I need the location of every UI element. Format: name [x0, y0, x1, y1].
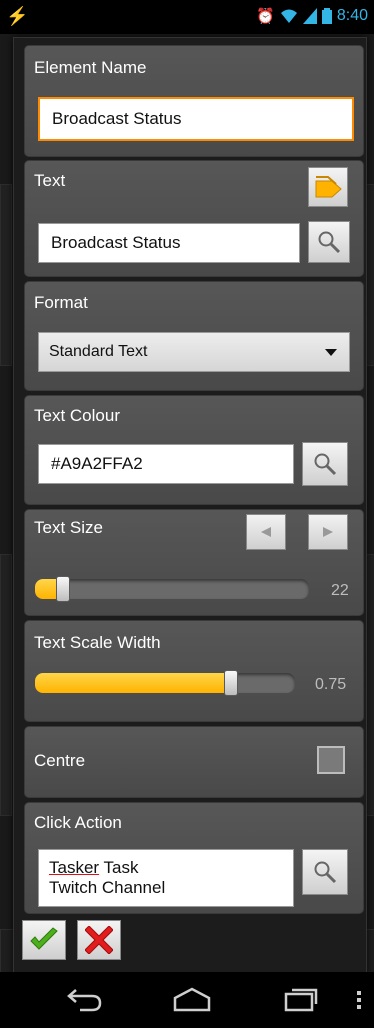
element-name-input[interactable]: Broadcast Status [38, 97, 354, 141]
click-action-panel: Click Action Tasker Task Twitch Channel [24, 802, 364, 914]
click-action-line-2: Twitch Channel [49, 878, 166, 897]
text-scale-width-panel: Text Scale Width 0.75 [24, 620, 364, 722]
variable-tag-button[interactable] [308, 167, 348, 207]
text-search-button[interactable] [308, 221, 350, 263]
format-label: Format [34, 293, 88, 312]
element-name-label: Element Name [34, 58, 147, 77]
accept-button[interactable] [22, 920, 66, 960]
click-action-line-1-rest: Task [99, 858, 139, 877]
text-size-slider[interactable] [35, 576, 309, 602]
centre-panel: Centre [24, 726, 364, 798]
text-scale-width-value: 0.75 [315, 676, 347, 693]
dropdown-arrow-icon [325, 349, 337, 356]
signal-icon [302, 8, 317, 24]
text-scale-width-label: Text Scale Width [34, 633, 161, 652]
size-decrease-button[interactable] [246, 514, 286, 550]
search-icon [314, 861, 337, 884]
back-icon [67, 989, 102, 1012]
search-icon [318, 231, 341, 254]
navigation-bar [0, 972, 374, 1028]
battery-icon [321, 8, 332, 24]
flash-icon: ⚡ [6, 6, 29, 26]
text-scale-width-slider[interactable] [35, 670, 295, 696]
alarm-icon: ⏰ [256, 8, 275, 25]
status-icons: ⏰ 8:40 [256, 7, 368, 25]
wifi-icon [280, 9, 297, 23]
click-action-search-button[interactable] [302, 849, 348, 895]
recent-apps-icon [284, 988, 318, 1012]
element-name-panel: Element Name Broadcast Status [24, 45, 364, 157]
text-colour-label: Text Colour [34, 406, 120, 425]
overflow-menu-icon [357, 991, 361, 1009]
status-bar: ⚡ ⏰ 8:40 [0, 0, 374, 34]
click-action-input[interactable]: Tasker Task Twitch Channel [38, 849, 294, 907]
search-icon [314, 453, 337, 476]
arrow-right-icon [323, 527, 333, 537]
text-colour-panel: Text Colour #A9A2FFA2 [24, 395, 364, 505]
format-selected-value: Standard Text [49, 343, 148, 360]
format-select[interactable]: Standard Text [38, 332, 350, 372]
text-scale-width-slider-fill [35, 673, 230, 693]
home-icon [173, 987, 211, 1012]
text-size-label: Text Size [34, 518, 103, 537]
text-input[interactable]: Broadcast Status [38, 223, 300, 263]
size-increase-button[interactable] [308, 514, 348, 550]
cancel-button[interactable] [77, 920, 121, 960]
element-edit-dialog: Element Name Broadcast Status Text Broad… [13, 37, 367, 974]
text-size-slider-thumb[interactable] [56, 576, 70, 602]
click-action-line-1-tasker: Tasker [49, 858, 100, 877]
colour-search-button[interactable] [302, 442, 348, 486]
centre-checkbox[interactable] [317, 746, 345, 774]
text-colour-input[interactable]: #A9A2FFA2 [38, 444, 294, 484]
close-icon [85, 926, 113, 954]
text-size-panel: Text Size 22 [24, 509, 364, 616]
overflow-menu-button[interactable] [356, 990, 362, 1015]
format-panel: Format Standard Text [24, 281, 364, 391]
clock-time: 8:40 [336, 7, 368, 24]
back-button[interactable] [66, 986, 104, 1017]
text-panel: Text Broadcast Status [24, 160, 364, 277]
text-scale-width-slider-thumb[interactable] [224, 670, 238, 696]
click-action-label: Click Action [34, 813, 122, 832]
text-label: Text [34, 171, 66, 190]
centre-label: Centre [34, 751, 86, 770]
tag-icon [315, 176, 342, 198]
arrow-left-icon [261, 527, 271, 537]
click-action-line-1: Tasker Task [49, 858, 283, 878]
home-button[interactable] [172, 986, 212, 1017]
text-size-value: 22 [331, 582, 349, 599]
recent-apps-button[interactable] [282, 986, 320, 1017]
checkmark-icon [30, 927, 58, 950]
